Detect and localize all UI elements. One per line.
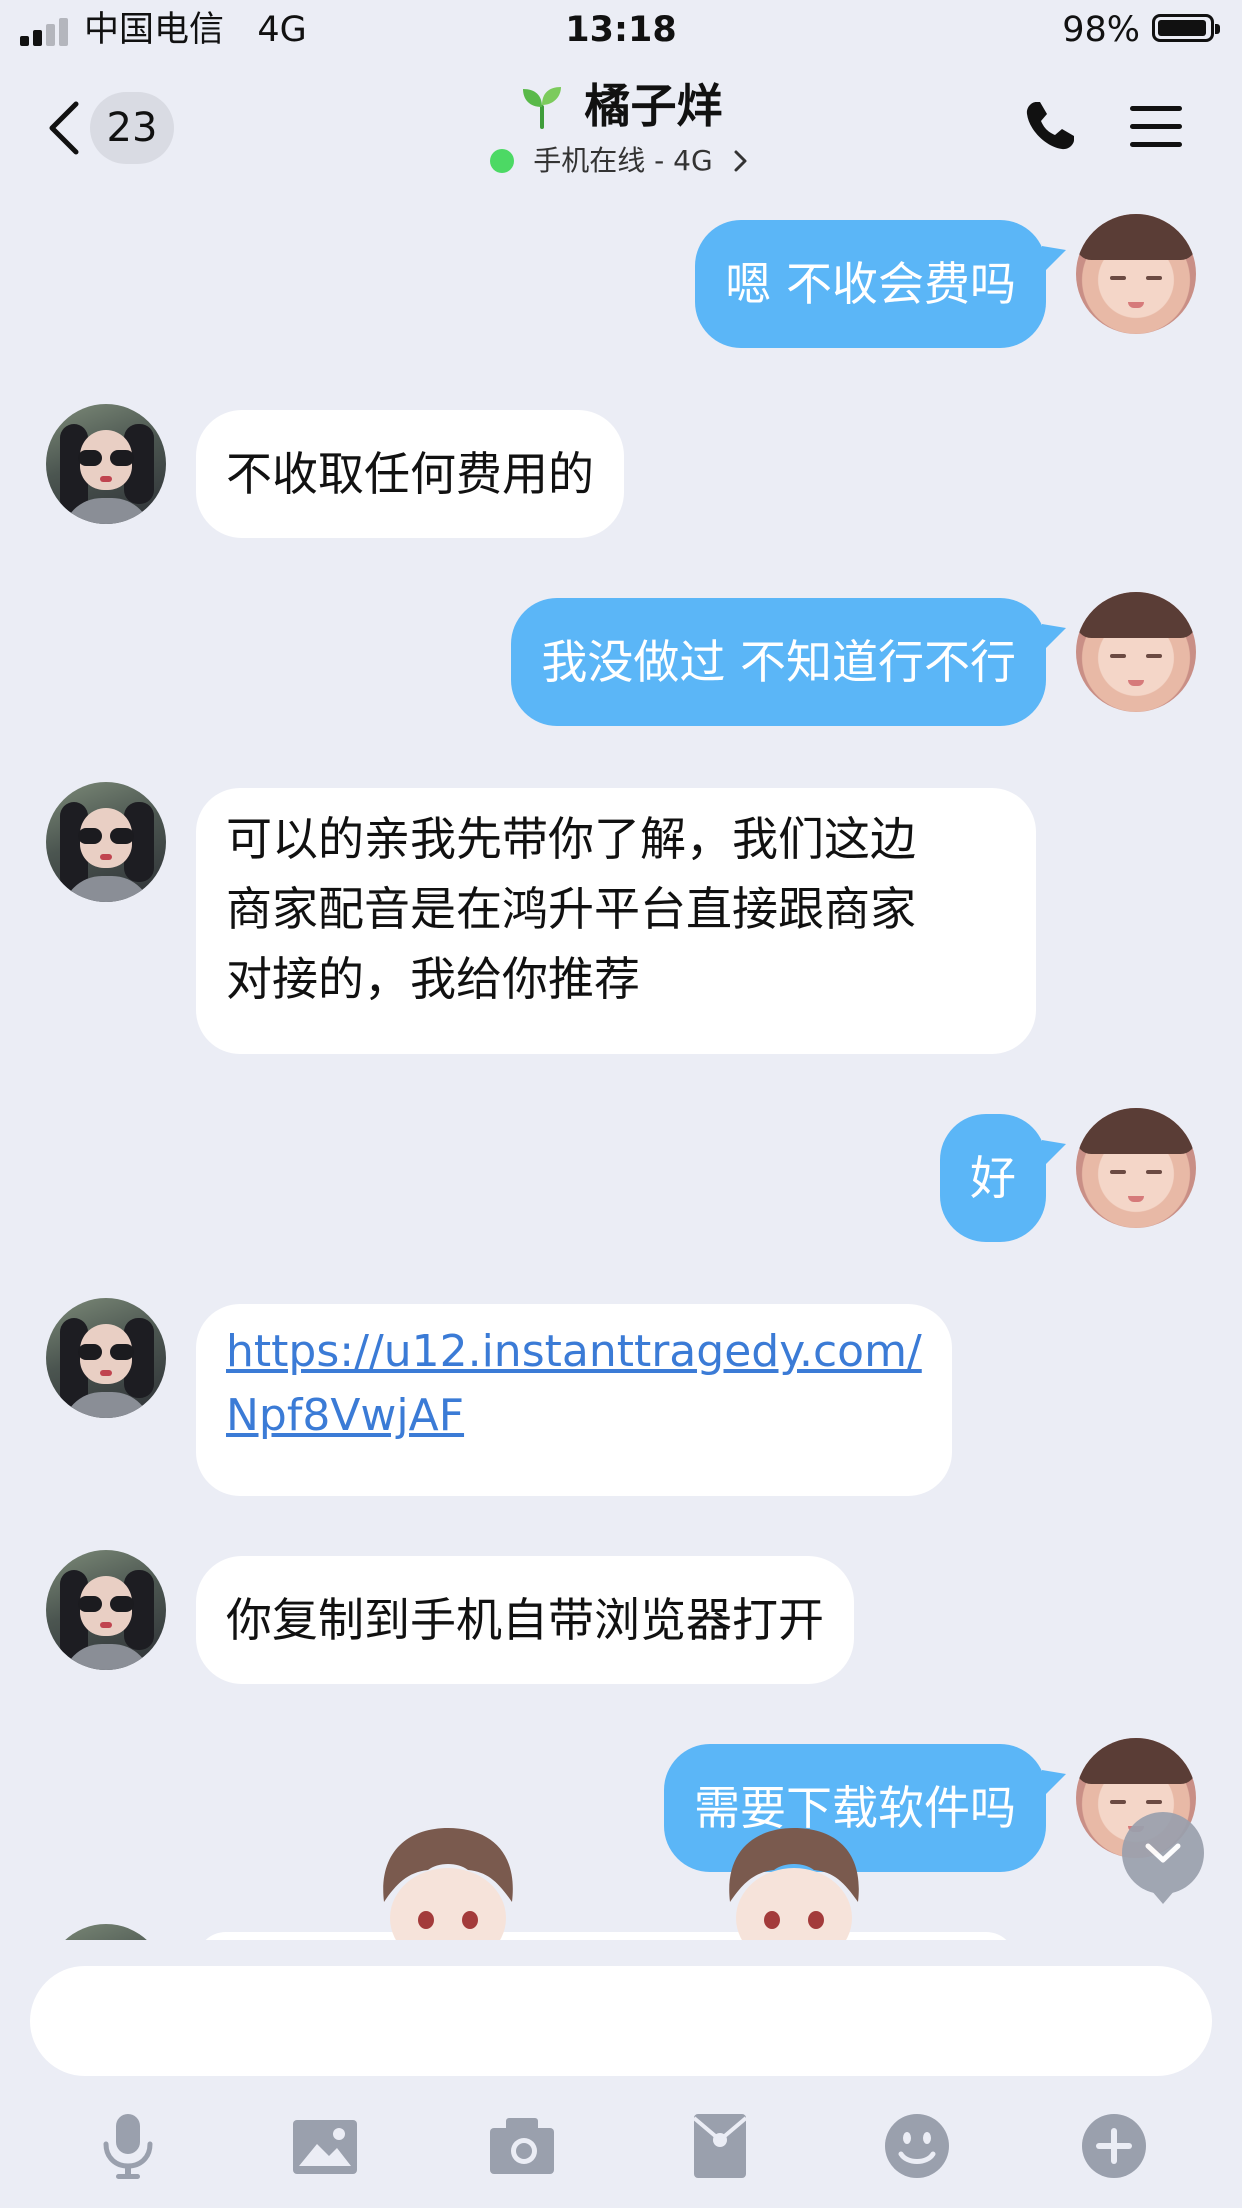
- chevron-right-icon: [734, 150, 747, 172]
- scroll-to-bottom-button[interactable]: [1122, 1812, 1204, 1904]
- phone-icon[interactable]: [1022, 98, 1078, 154]
- message-bubble[interactable]: 嗯 不收会费吗: [695, 220, 1046, 348]
- contact-name: 橘子烊: [584, 79, 723, 133]
- camera-icon[interactable]: [486, 2110, 558, 2182]
- my-avatar[interactable]: [1076, 214, 1196, 334]
- contact-avatar[interactable]: [46, 1298, 166, 1418]
- message-list[interactable]: 嗯 不收会费吗 不收取任何费用的 我没做过 不知道行不行 可以的亲我先带你了解，…: [0, 192, 1242, 1940]
- url-link[interactable]: Npf8VwjAF: [226, 1384, 922, 1448]
- contact-avatar[interactable]: [46, 782, 166, 902]
- clock: 13:18: [565, 10, 677, 50]
- menu-icon[interactable]: [1130, 104, 1182, 150]
- contact-avatar[interactable]: [46, 1924, 166, 1940]
- message-line: 可以的亲我先带你了解，我们这边: [226, 812, 916, 866]
- message-line: 商家配音是在鸿升平台直接跟商家: [226, 882, 916, 936]
- plus-icon[interactable]: [1078, 2110, 1150, 2182]
- message-bubble[interactable]: 你复制到手机自带浏览器打开: [196, 1556, 854, 1684]
- my-avatar[interactable]: [1076, 592, 1196, 712]
- status-bar: 中国电信 4G 13:18 98%: [0, 0, 1242, 62]
- message-text: 你复制到手机自带浏览器打开: [226, 1593, 824, 1647]
- message-bubble[interactable]: https://u12.instanttragedy.com/ Npf8VwjA…: [196, 1304, 952, 1496]
- bubble-tail: [1042, 1770, 1066, 1798]
- message-bubble[interactable]: 可以的亲我先带你了解，我们这边 商家配音是在鸿升平台直接跟商家 对接的，我给你推…: [196, 788, 1036, 1054]
- message-text: 不收取任何费用的: [226, 447, 594, 501]
- battery-icon: [1152, 14, 1220, 42]
- battery-percent: 98%: [1062, 10, 1140, 50]
- chevron-down-icon: [1145, 1843, 1181, 1863]
- message-bubble[interactable]: [196, 1932, 1016, 1940]
- message-bubble[interactable]: 不收取任何费用的: [196, 410, 624, 538]
- microphone-icon[interactable]: [92, 2110, 164, 2182]
- image-icon[interactable]: [289, 2110, 361, 2182]
- bubble-tail: [1042, 246, 1066, 274]
- chat-header: 23 橘子烊 手机在线 - 4G: [0, 62, 1242, 192]
- input-bar: [0, 1940, 1242, 2208]
- red-packet-icon[interactable]: [684, 2110, 756, 2182]
- online-status-text: 手机在线 - 4G: [533, 144, 713, 177]
- message-input[interactable]: [30, 1966, 1212, 2076]
- online-dot-icon: [490, 149, 515, 173]
- bubble-tail: [1042, 1140, 1066, 1168]
- url-link[interactable]: https://u12.instanttragedy.com/: [226, 1320, 922, 1384]
- emoji-icon[interactable]: [881, 2110, 953, 2182]
- message-text: 好: [970, 1151, 1016, 1205]
- message-bubble[interactable]: 我没做过 不知道行不行: [511, 598, 1046, 726]
- message-text: 我没做过 不知道行不行: [541, 635, 1016, 689]
- sprout-icon: [523, 87, 562, 129]
- bubble-tail: [1042, 624, 1066, 652]
- contact-avatar[interactable]: [46, 1550, 166, 1670]
- message-text: 嗯 不收会费吗: [725, 257, 1016, 311]
- message-line: 对接的，我给你推荐: [226, 952, 640, 1006]
- message-bubble[interactable]: 好: [940, 1114, 1046, 1242]
- contact-avatar[interactable]: [46, 404, 166, 524]
- my-avatar[interactable]: [1076, 1108, 1196, 1228]
- sticker-character: [383, 1828, 513, 1942]
- sticker-character: [729, 1828, 859, 1942]
